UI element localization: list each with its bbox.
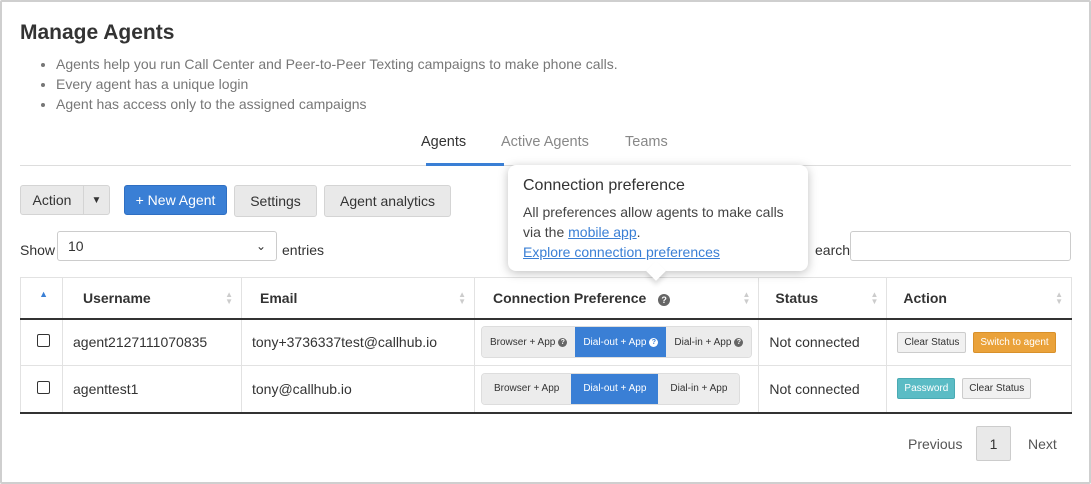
connection-pref-cell: Browser + App? Dial-out + App? Dial-in +… — [473, 317, 760, 366]
email-cell: tony+3736337test@callhub.io — [241, 317, 475, 366]
row-checkbox[interactable] — [37, 334, 50, 348]
status-cell: Not connected — [758, 317, 888, 366]
connection-pref-toggle: Browser + App? Dial-out + App? Dial-in +… — [481, 326, 753, 359]
table-row: agent2127111070835 tony+3736337test@call… — [20, 317, 1072, 366]
show-label: Show — [20, 242, 56, 258]
tooltip-body: All preferences allow agents to make cal… — [523, 204, 784, 260]
chevron-down-icon: ⌄ — [255, 239, 266, 253]
tab-agents[interactable]: Agents — [421, 134, 466, 150]
page-title: Manage Agents — [20, 21, 175, 44]
pref-dial-in-app[interactable]: Dial-in + App? — [666, 327, 752, 358]
email-cell: tony@callhub.io — [241, 365, 475, 414]
column-header-action[interactable]: Action ▲ ▼ — [886, 277, 1072, 319]
agent-analytics-button[interactable]: Agent analytics — [324, 185, 451, 217]
caret-down-icon: ▼ — [91, 194, 102, 206]
sort-icon: ▲ ▼ — [870, 290, 879, 306]
connection-preference-tooltip: Connection preference All preferences al… — [508, 165, 808, 281]
pref-browser-app[interactable]: Browser + App? — [482, 327, 576, 358]
row-checkbox-cell — [20, 317, 63, 366]
column-header-connection-preference[interactable]: Connection Preference ? ▲ ▼ — [473, 277, 760, 319]
switch-to-agent-button[interactable]: Switch to agent — [973, 331, 1056, 353]
new-agent-button[interactable]: + New Agent — [124, 185, 227, 215]
help-icon: ? — [558, 337, 568, 347]
pagination-page-1[interactable]: 1 — [976, 426, 1011, 461]
help-icon: ? — [649, 337, 659, 347]
column-header-username[interactable]: Username ▲ ▼ — [62, 277, 242, 319]
active-tab-indicator — [426, 163, 504, 166]
action-button[interactable]: Action — [20, 185, 84, 215]
tab-bar: Agents Active Agents Teams — [20, 130, 1071, 166]
pref-dial-in-app[interactable]: Dial-in + App — [658, 373, 740, 404]
actions-cell: Password Clear Status — [886, 365, 1072, 414]
entries-value: 10 — [68, 238, 84, 254]
row-checkbox[interactable] — [37, 380, 50, 394]
sort-icon: ▲ ▼ — [458, 290, 466, 306]
connection-pref-cell: Browser + App Dial-out + App Dial-in + A… — [473, 365, 760, 414]
bullet-item: Agents help you run Call Center and Peer… — [56, 54, 618, 74]
action-dropdown-toggle[interactable]: ▼ — [83, 185, 110, 215]
pref-dial-out-app[interactable]: Dial-out + App — [571, 373, 659, 404]
agents-table: ▲ Username ▲ ▼ Email ▲ ▼ Connection Prefer… — [20, 277, 1072, 414]
clear-status-button[interactable]: Clear Status — [962, 378, 1032, 400]
connection-pref-toggle: Browser + App Dial-out + App Dial-in + A… — [481, 372, 741, 405]
sort-icon: ▲ ▼ — [1055, 290, 1063, 306]
help-icon: ? — [734, 337, 744, 347]
pref-dial-out-app[interactable]: Dial-out + App? — [575, 327, 667, 358]
help-icon[interactable]: ? — [658, 293, 671, 306]
bullet-item: Every agent has a unique login — [56, 74, 618, 94]
sort-icon: ▲ ▼ — [742, 290, 751, 306]
status-cell: Not connected — [758, 365, 888, 414]
info-bullets: Agents help you run Call Center and Peer… — [56, 54, 618, 114]
bullet-item: Agent has access only to the assigned ca… — [56, 94, 618, 114]
sort-asc-icon: ▲ — [39, 289, 48, 299]
sort-icon: ▲ ▼ — [225, 290, 233, 306]
column-header-status[interactable]: Status ▲ ▼ — [758, 277, 888, 319]
pagination-previous[interactable]: Previous — [908, 436, 962, 452]
pagination-next[interactable]: Next — [1028, 436, 1057, 452]
settings-button[interactable]: Settings — [234, 185, 317, 217]
actions-cell: Clear Status Switch to agent — [886, 317, 1072, 366]
username-cell: agent2127111070835 — [62, 317, 242, 366]
pref-browser-app[interactable]: Browser + App — [482, 373, 572, 404]
tooltip-title: Connection preference — [523, 177, 685, 194]
row-checkbox-cell — [20, 365, 63, 414]
column-header-email[interactable]: Email ▲ ▼ — [241, 277, 475, 319]
search-input[interactable] — [850, 231, 1071, 261]
clear-status-button[interactable]: Clear Status — [897, 331, 967, 353]
table-row: agenttest1 tony@callhub.io Browser + App… — [20, 365, 1072, 414]
tab-teams[interactable]: Teams — [625, 134, 668, 150]
mobile-app-link[interactable]: mobile app — [568, 224, 637, 240]
entries-select[interactable]: 10 ⌄ — [57, 231, 277, 261]
explore-connection-preferences-link[interactable]: Explore connection preferences — [523, 244, 720, 260]
password-button[interactable]: Password — [897, 378, 956, 400]
username-cell: agenttest1 — [62, 365, 242, 414]
tab-active-agents[interactable]: Active Agents — [501, 134, 589, 150]
select-column-header[interactable]: ▲ — [20, 277, 63, 319]
search-label: earch: — [815, 242, 854, 258]
entries-label: entries — [282, 242, 325, 258]
